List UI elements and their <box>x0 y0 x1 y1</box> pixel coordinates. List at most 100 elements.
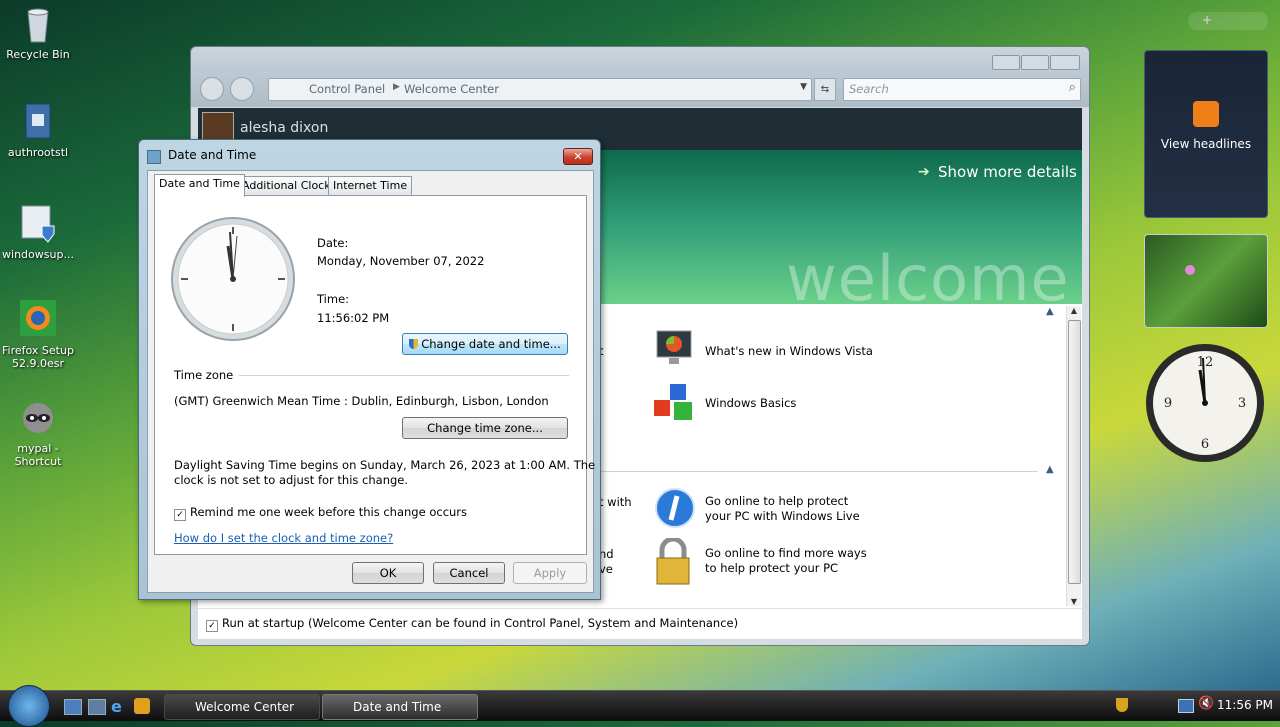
taskbar-item-welcome-center[interactable]: Welcome Center <box>164 694 320 720</box>
date-time-dialog: Date and Time ✕ Date and Time Additional… <box>138 139 601 600</box>
breadcrumb-control-panel[interactable]: Control Panel <box>309 82 385 96</box>
time-zone-heading: Time zone <box>174 368 234 382</box>
tab-date-and-time[interactable]: Date and Time <box>154 174 245 197</box>
change-time-zone-button[interactable]: Change time zone... <box>402 417 568 439</box>
search-icon[interactable]: ⌕ <box>1069 80 1076 95</box>
desktop-icon-label: Recycle Bin <box>6 48 70 61</box>
maximize-button[interactable] <box>1021 55 1049 70</box>
clipped-text: t with <box>599 495 632 509</box>
button-label: Cancel <box>449 566 489 580</box>
taskbar-clock[interactable]: 11:56 PM <box>1217 698 1273 712</box>
tab-label: Internet Time <box>333 179 408 192</box>
vertical-scrollbar[interactable]: ▲ ▼ <box>1066 306 1081 606</box>
item-label: What's new in Windows Vista <box>705 344 873 358</box>
item-label: Go online to help protect your PC with W… <box>705 494 860 523</box>
tab-label: Date and Time <box>159 177 240 190</box>
ok-button[interactable]: OK <box>352 562 424 584</box>
dst-text-line-1: Daylight Saving Time begins on Sunday, M… <box>174 458 596 472</box>
scroll-up-icon[interactable]: ▲ <box>1067 306 1081 315</box>
refresh-button[interactable]: ⇆ <box>814 78 836 101</box>
start-button[interactable] <box>8 685 50 727</box>
scroll-down-icon[interactable]: ▼ <box>1067 597 1081 606</box>
welcome-item-windows-live[interactable]: Go online to help protect your PC with W… <box>652 486 1032 534</box>
show-more-details-link[interactable]: Show more details <box>938 163 1077 181</box>
tray-shield-icon[interactable] <box>1116 698 1128 712</box>
tray-volume-icon[interactable]: 🔇 <box>1198 696 1214 711</box>
user-name: alesha dixon <box>240 120 329 136</box>
show-desktop-icon[interactable] <box>64 699 82 715</box>
search-input[interactable]: Search ⌕ <box>843 78 1081 101</box>
sidebar-toolbar: + <box>1188 12 1268 30</box>
run-at-startup-label: Run at startup (Welcome Center can be fo… <box>222 616 739 630</box>
button-label: OK <box>379 566 397 580</box>
button-label: Apply <box>533 566 567 580</box>
forward-button[interactable] <box>230 77 254 101</box>
desktop-icon-recycle-bin[interactable]: Recycle Bin <box>2 4 74 61</box>
add-gadget-icon[interactable]: + <box>1202 13 1212 27</box>
rss-icon <box>1193 101 1219 127</box>
desktop-icon-authrootstl[interactable]: authrootstl <box>2 102 74 159</box>
help-link[interactable]: How do I set the clock and time zone? <box>174 531 393 545</box>
tab-additional-clocks[interactable]: Additional Clocks <box>237 176 342 195</box>
desktop-icon-mypal[interactable]: mypal - Shortcut <box>2 398 74 468</box>
address-bar[interactable]: Control Panel ▶ Welcome Center ▼ <box>268 78 812 101</box>
window-controls <box>992 55 1080 70</box>
clock-gadget[interactable]: 12 3 6 9 <box>1144 340 1266 466</box>
show-more-arrow-icon: ➔ <box>918 164 930 180</box>
welcome-item-windows-basics[interactable]: Windows Basics <box>652 380 1032 426</box>
taskbar-item-date-and-time[interactable]: Date and Time <box>322 694 478 720</box>
slideshow-gadget[interactable] <box>1144 234 1268 328</box>
remind-label: Remind me one week before this change oc… <box>190 505 468 519</box>
section-divider <box>598 471 1038 472</box>
close-button[interactable] <box>1050 55 1080 70</box>
switch-windows-icon[interactable] <box>88 699 106 715</box>
date-value: Monday, November 07, 2022 <box>317 254 485 268</box>
feed-headlines-gadget[interactable]: View headlines <box>1144 50 1268 218</box>
welcome-item-protect-pc[interactable]: Go online to find more ways to help prot… <box>652 536 1032 586</box>
welcome-item-whats-new[interactable]: What's new in Windows Vista <box>652 326 1032 372</box>
tab-pane: Date: Monday, November 07, 2022 Time: 11… <box>154 195 595 555</box>
desktop-icon-label: mypal - Shortcut <box>14 442 62 468</box>
tray-network-icon[interactable] <box>1178 699 1194 713</box>
internet-explorer-icon[interactable]: e <box>111 697 122 716</box>
tab-internet-time[interactable]: Internet Time <box>328 176 413 195</box>
dialog-title: Date and Time <box>168 148 257 162</box>
apply-button[interactable]: Apply <box>513 562 587 584</box>
breadcrumb-welcome-center[interactable]: Welcome Center <box>404 82 499 96</box>
dialog-icon <box>147 150 161 164</box>
dropdown-arrow-icon[interactable]: ▼ <box>800 82 807 92</box>
scrollbar-thumb[interactable] <box>1068 320 1081 584</box>
lock-icon <box>652 536 694 586</box>
flower-image <box>1185 265 1195 275</box>
windows-live-icon <box>654 486 696 530</box>
clipped-text: ve <box>599 562 613 576</box>
breadcrumb-separator-icon: ▶ <box>393 82 400 92</box>
taskbar: e Welcome Center Date and Time 🔇 11:56 P… <box>0 685 1280 727</box>
change-date-time-button[interactable]: Change date and time... <box>402 333 568 355</box>
checkbox-checked-icon[interactable]: ✓ <box>206 620 218 632</box>
time-value: 11:56:02 PM <box>317 311 390 325</box>
view-headlines-label: View headlines <box>1160 137 1252 151</box>
checkbox-checked-icon[interactable]: ✓ <box>174 509 186 521</box>
close-button[interactable]: ✕ <box>563 148 593 165</box>
desktop-icon-firefox[interactable]: Firefox Setup 52.9.0esr <box>2 300 74 370</box>
task-label: Date and Time <box>353 700 442 714</box>
svg-text:6: 6 <box>1201 437 1209 452</box>
collapse-section-icon[interactable]: ▲ <box>1046 464 1054 475</box>
run-at-startup-checkbox[interactable]: ✓ Run at startup (Welcome Center can be f… <box>206 616 738 632</box>
raccoon-icon <box>18 398 58 438</box>
recycle-bin-icon <box>18 4 58 44</box>
desktop-icon-windowsup[interactable]: windowsup... <box>2 204 74 261</box>
desktop-icon-label: windowsup... <box>2 248 74 261</box>
desktop-icon-label: Firefox Setup 52.9.0esr <box>2 344 74 370</box>
remind-checkbox[interactable]: ✓ Remind me one week before this change o… <box>174 505 467 521</box>
collapse-section-icon[interactable]: ▲ <box>1046 306 1054 317</box>
clipped-text: nd <box>599 547 614 561</box>
media-player-icon[interactable] <box>134 698 150 714</box>
welcome-footer: ✓ Run at startup (Welcome Center can be f… <box>198 608 1082 639</box>
svg-text:12: 12 <box>1197 355 1214 370</box>
item-label: Windows Basics <box>705 396 797 410</box>
back-button[interactable] <box>200 77 224 101</box>
minimize-button[interactable] <box>992 55 1020 70</box>
cancel-button[interactable]: Cancel <box>433 562 505 584</box>
